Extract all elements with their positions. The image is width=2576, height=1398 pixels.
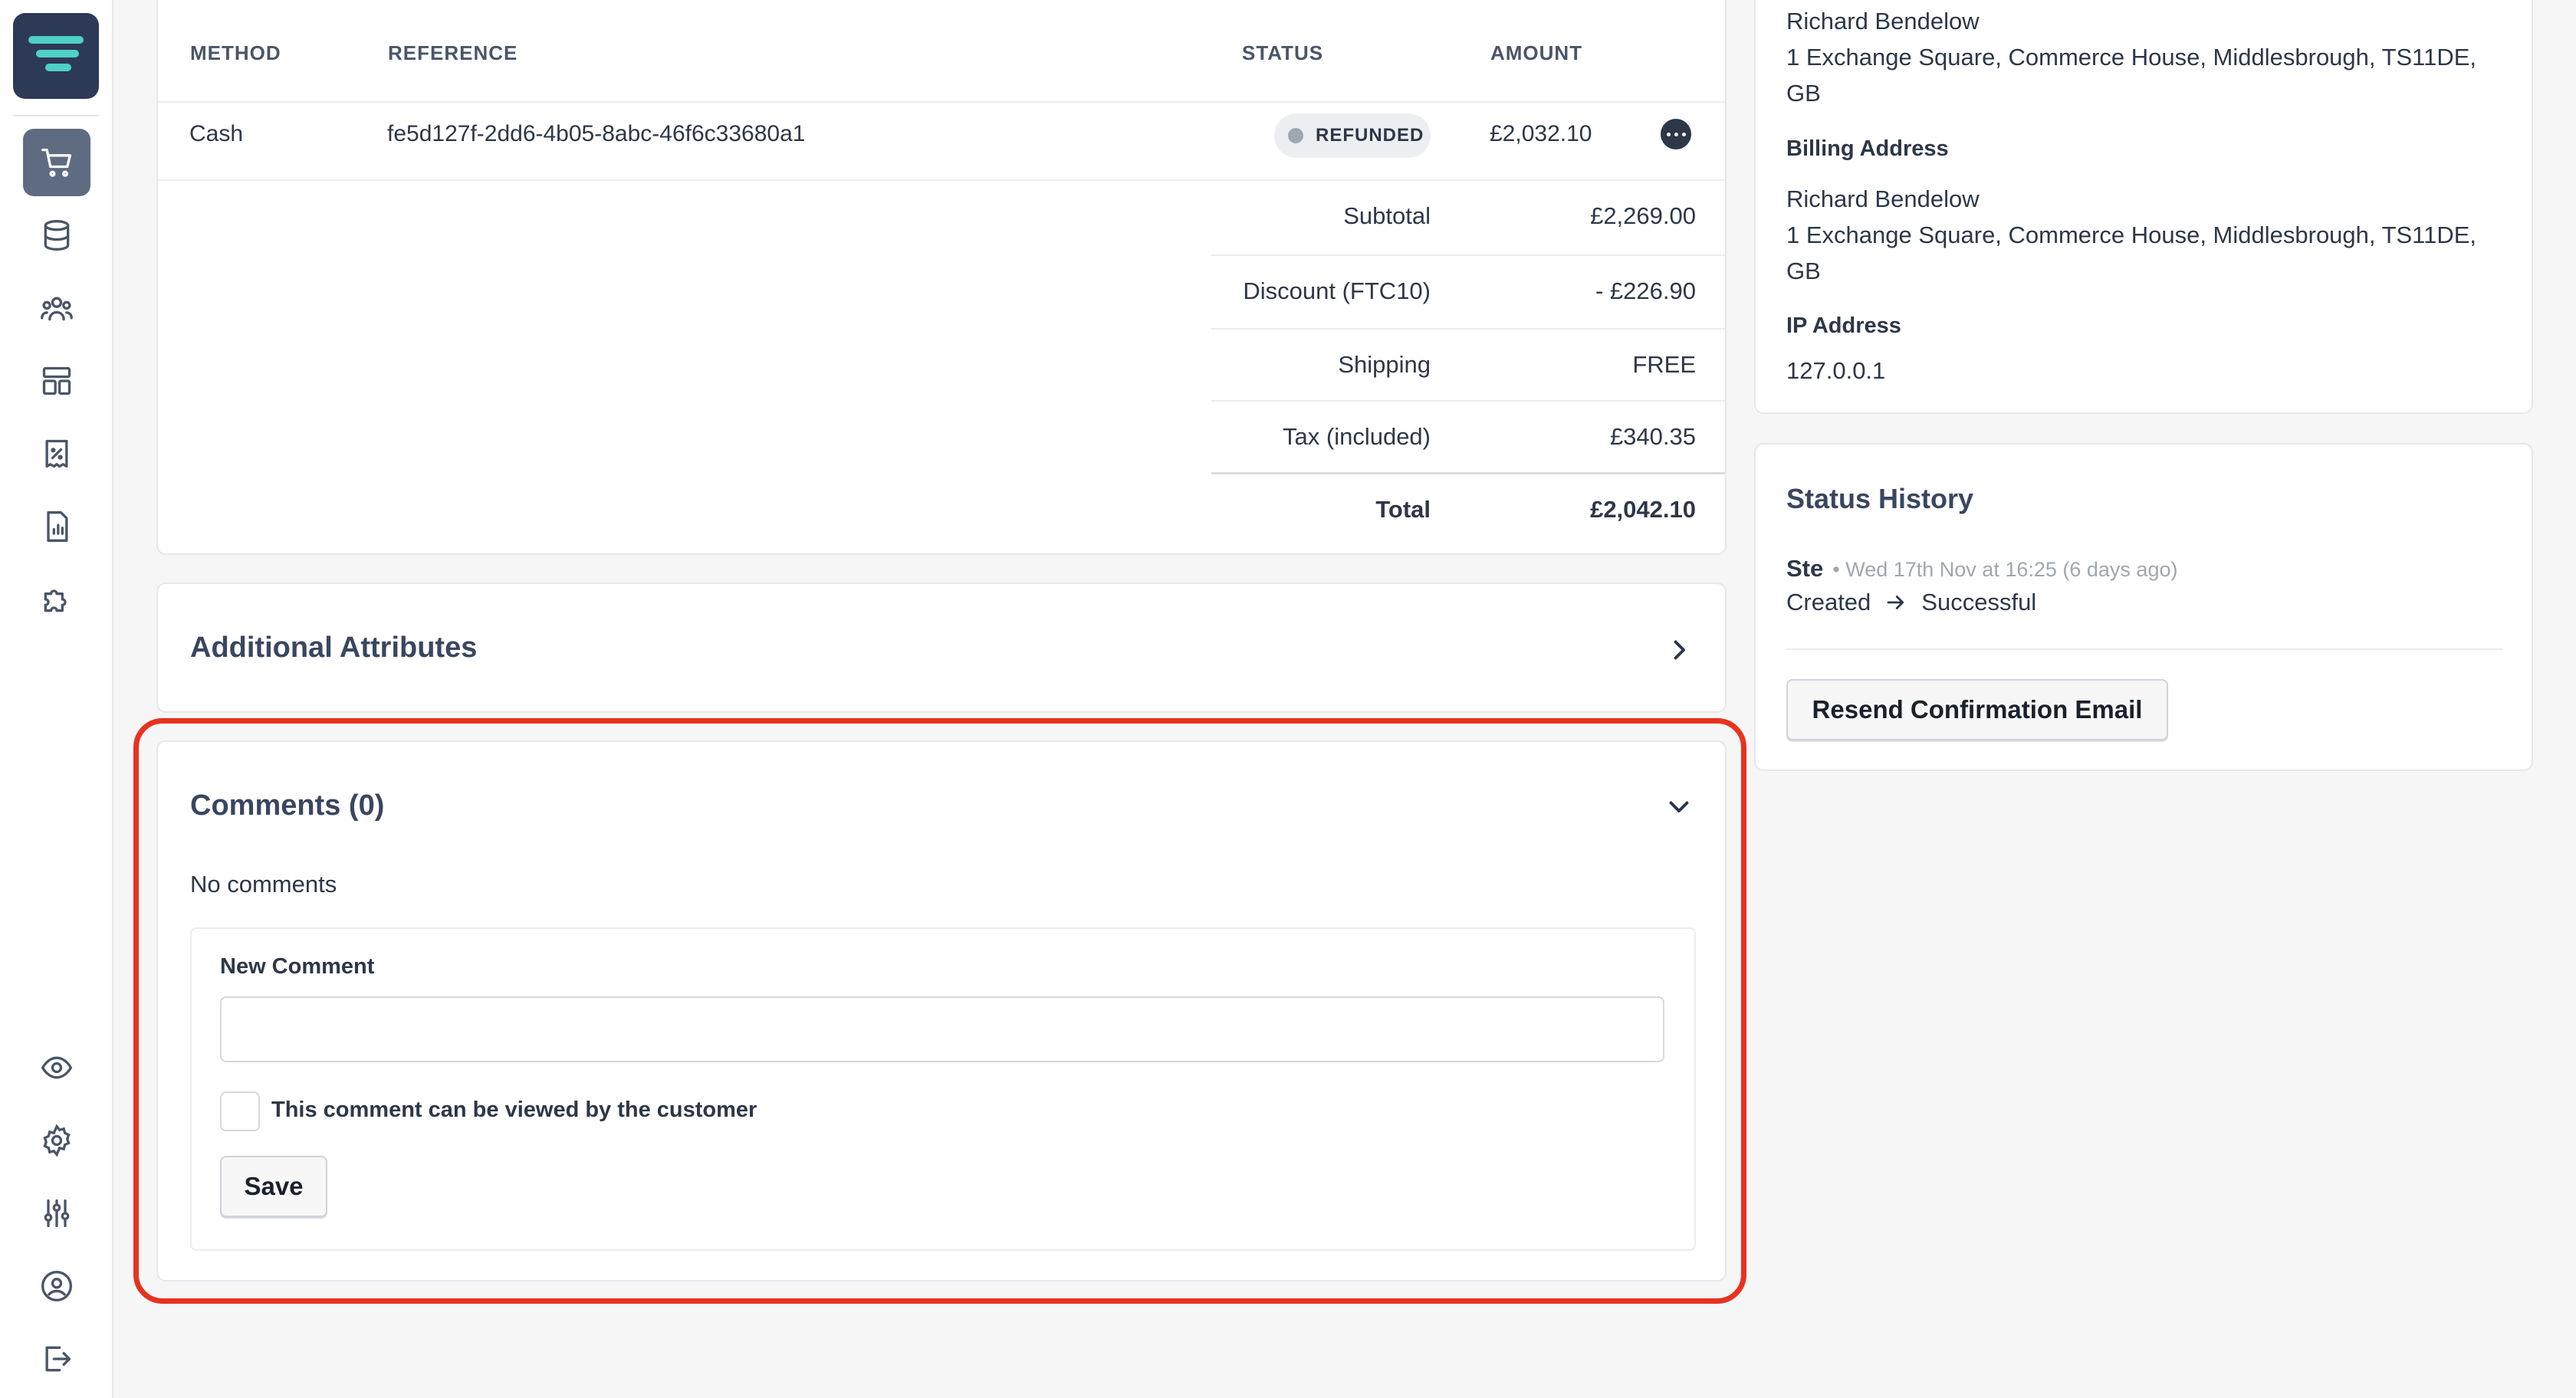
payment-method: Cash <box>189 121 244 146</box>
summary-value: - £226.90 <box>1595 277 1696 304</box>
column-header-method: Method <box>190 41 281 64</box>
sidebar-divider <box>13 115 99 116</box>
resend-confirmation-email-button[interactable]: Resend Confirmation Email <box>1786 679 2168 740</box>
summary-row-total: Total £2,042.10 <box>1211 472 1725 546</box>
comments-title: Comments (0) <box>190 789 385 822</box>
status-history-entry-header: Ste • Wed 17th Nov at 16:25 (6 days ago) <box>1786 555 2177 582</box>
save-comment-button[interactable]: Save <box>220 1156 327 1217</box>
new-comment-input[interactable] <box>220 996 1664 1062</box>
summary-value: £2,042.10 <box>1590 496 1696 523</box>
summary-label: Shipping <box>1338 351 1431 378</box>
column-header-reference: Reference <box>388 41 518 64</box>
puzzle-icon[interactable] <box>23 566 90 633</box>
users-icon[interactable] <box>23 274 90 342</box>
logout-icon[interactable] <box>23 1325 90 1393</box>
status-transition: Created Successful <box>1786 589 2036 616</box>
report-icon[interactable] <box>23 493 90 560</box>
chevron-down-icon[interactable] <box>1665 793 1693 820</box>
header-divider <box>158 101 1725 103</box>
cart-icon[interactable] <box>23 129 90 196</box>
billing-name: Richard Bendelow <box>1786 185 1980 212</box>
customer-visible-checkbox[interactable] <box>220 1091 260 1131</box>
summary-value: FREE <box>1632 351 1696 378</box>
billing-address-line: 1 Exchange Square, Commerce House, Middl… <box>1786 222 2477 248</box>
status-history-title: Status History <box>1786 483 1974 514</box>
summary-row-tax: Tax (included) £340.35 <box>1211 400 1725 474</box>
billing-address-title: Billing Address <box>1786 136 1949 161</box>
sidebar <box>0 0 113 1398</box>
column-header-amount: Amount <box>1490 41 1583 64</box>
summary-value: £340.35 <box>1609 423 1696 450</box>
status-history-meta: • Wed 17th Nov at 16:25 (6 days ago) <box>1832 558 2178 581</box>
user-circle-icon[interactable] <box>23 1252 90 1320</box>
layout-icon[interactable] <box>23 347 90 415</box>
chevron-right-icon <box>1674 640 1685 660</box>
status-history-card: Status History Ste • Wed 17th Nov at 16:… <box>1754 443 2533 771</box>
summary-label: Tax (included) <box>1283 423 1431 450</box>
summary-value: £2,269.00 <box>1590 202 1696 229</box>
gear-icon[interactable] <box>23 1107 90 1174</box>
status-from: Created <box>1786 589 1871 615</box>
payment-reference: fe5d127f-2dd6-4b05-8abc-46f6c33680a1 <box>387 121 806 146</box>
status-to: Successful <box>1921 589 2037 615</box>
shipping-name: Richard Bendelow <box>1786 8 1980 34</box>
summary-row-subtotal: Subtotal £2,269.00 <box>1211 181 1725 254</box>
logo-icon[interactable] <box>13 13 99 99</box>
sliders-icon[interactable] <box>23 1180 90 1247</box>
receipt-discount-icon[interactable] <box>23 420 90 487</box>
new-comment-label: New Comment <box>220 954 375 979</box>
additional-attributes-title: Additional Attributes <box>190 632 478 664</box>
billing-address-country: GB <box>1786 258 1821 284</box>
summary-label: Total <box>1375 496 1431 523</box>
customer-visible-label: This comment can be viewed by the custom… <box>271 1098 757 1122</box>
status-badge-label: Refunded <box>1316 125 1424 146</box>
additional-attributes-panel[interactable]: Additional Attributes <box>156 582 1727 713</box>
status-dot <box>1288 128 1303 143</box>
arrow-right-icon <box>1887 596 1904 609</box>
no-comments-text: No comments <box>190 871 337 898</box>
shipping-address-country: GB <box>1786 80 1821 107</box>
summary-row-shipping: Shipping FREE <box>1211 328 1725 402</box>
summary-label: Discount (FTC10) <box>1243 277 1431 304</box>
ip-address-value: 127.0.0.1 <box>1786 357 1886 384</box>
status-history-divider <box>1786 648 2502 650</box>
new-comment-form <box>190 927 1696 1251</box>
payment-amount: £2,032.10 <box>1490 121 1592 146</box>
more-options-button[interactable] <box>1661 119 1691 149</box>
column-header-status: Status <box>1242 41 1324 64</box>
database-icon[interactable] <box>23 202 90 269</box>
status-badge: Refunded <box>1274 113 1431 158</box>
eye-icon[interactable] <box>23 1034 90 1101</box>
status-history-user: Ste <box>1786 555 1824 582</box>
ip-address-title: IP Address <box>1786 313 1901 338</box>
shipping-address-line: 1 Exchange Square, Commerce House, Middl… <box>1786 44 2477 71</box>
summary-row-discount: Discount (FTC10) - £226.90 <box>1211 254 1725 328</box>
address-card: Richard Bendelow 1 Exchange Square, Comm… <box>1754 0 2533 414</box>
summary-label: Subtotal <box>1343 202 1431 229</box>
